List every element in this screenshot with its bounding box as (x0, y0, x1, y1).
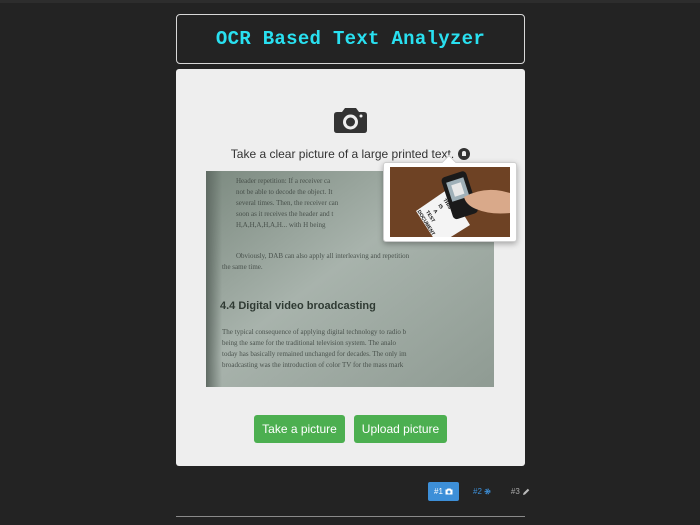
photo-line: Obviously, DAB can also apply all interl… (236, 252, 410, 260)
take-picture-button[interactable]: Take a picture (254, 415, 345, 443)
top-border (0, 0, 700, 3)
camera-icon (334, 108, 367, 133)
step-1-tab[interactable]: #1 (428, 482, 459, 501)
photo-line: being the same for the traditional telev… (222, 339, 397, 347)
upload-picture-button[interactable]: Upload picture (354, 415, 447, 443)
camera-icon (445, 488, 453, 495)
photo-line: broadcasting was the introduction of col… (222, 361, 404, 369)
step-label: #2 (473, 487, 482, 496)
help-icon[interactable] (458, 147, 471, 160)
instruction-row: Take a clear picture of a large printed … (176, 146, 525, 161)
example-phone-photo: THIS IS A TEST DOCUMENT (390, 167, 510, 237)
instruction-text: Take a clear picture of a large printed … (230, 146, 455, 161)
app-title: OCR Based Text Analyzer (215, 28, 486, 50)
photo-line: Header repetition: If a receiver ca (236, 177, 331, 185)
photo-line: today has basically remained unchanged f… (222, 350, 407, 358)
pencil-icon (522, 488, 530, 495)
capture-card: Take a clear picture of a large printed … (176, 69, 525, 466)
step-indicator: #1 #2 #3 (428, 482, 536, 501)
photo-line: H,A,H,A,H,A,H... with H being (236, 221, 326, 229)
help-popover: THIS IS A TEST DOCUMENT (383, 154, 517, 242)
photo-line: not be able to decode the object. It (236, 188, 332, 196)
photo-heading: 4.4 Digital video broadcasting (220, 300, 376, 312)
photo-line: soon as it receives the header and t (236, 210, 333, 218)
step-2-tab[interactable]: #2 (467, 482, 497, 501)
photo-line: several times. Then, the receiver can (236, 199, 339, 207)
step-label: #3 (510, 487, 520, 496)
app-header: OCR Based Text Analyzer (176, 14, 525, 64)
photo-line: The typical consequence of applying digi… (222, 328, 407, 336)
footer-divider (176, 516, 525, 517)
step-3-tab[interactable]: #3 (505, 482, 536, 501)
step-label: #1 (434, 487, 443, 496)
photo-line: the same time. (222, 263, 263, 271)
gear-icon (484, 488, 491, 495)
